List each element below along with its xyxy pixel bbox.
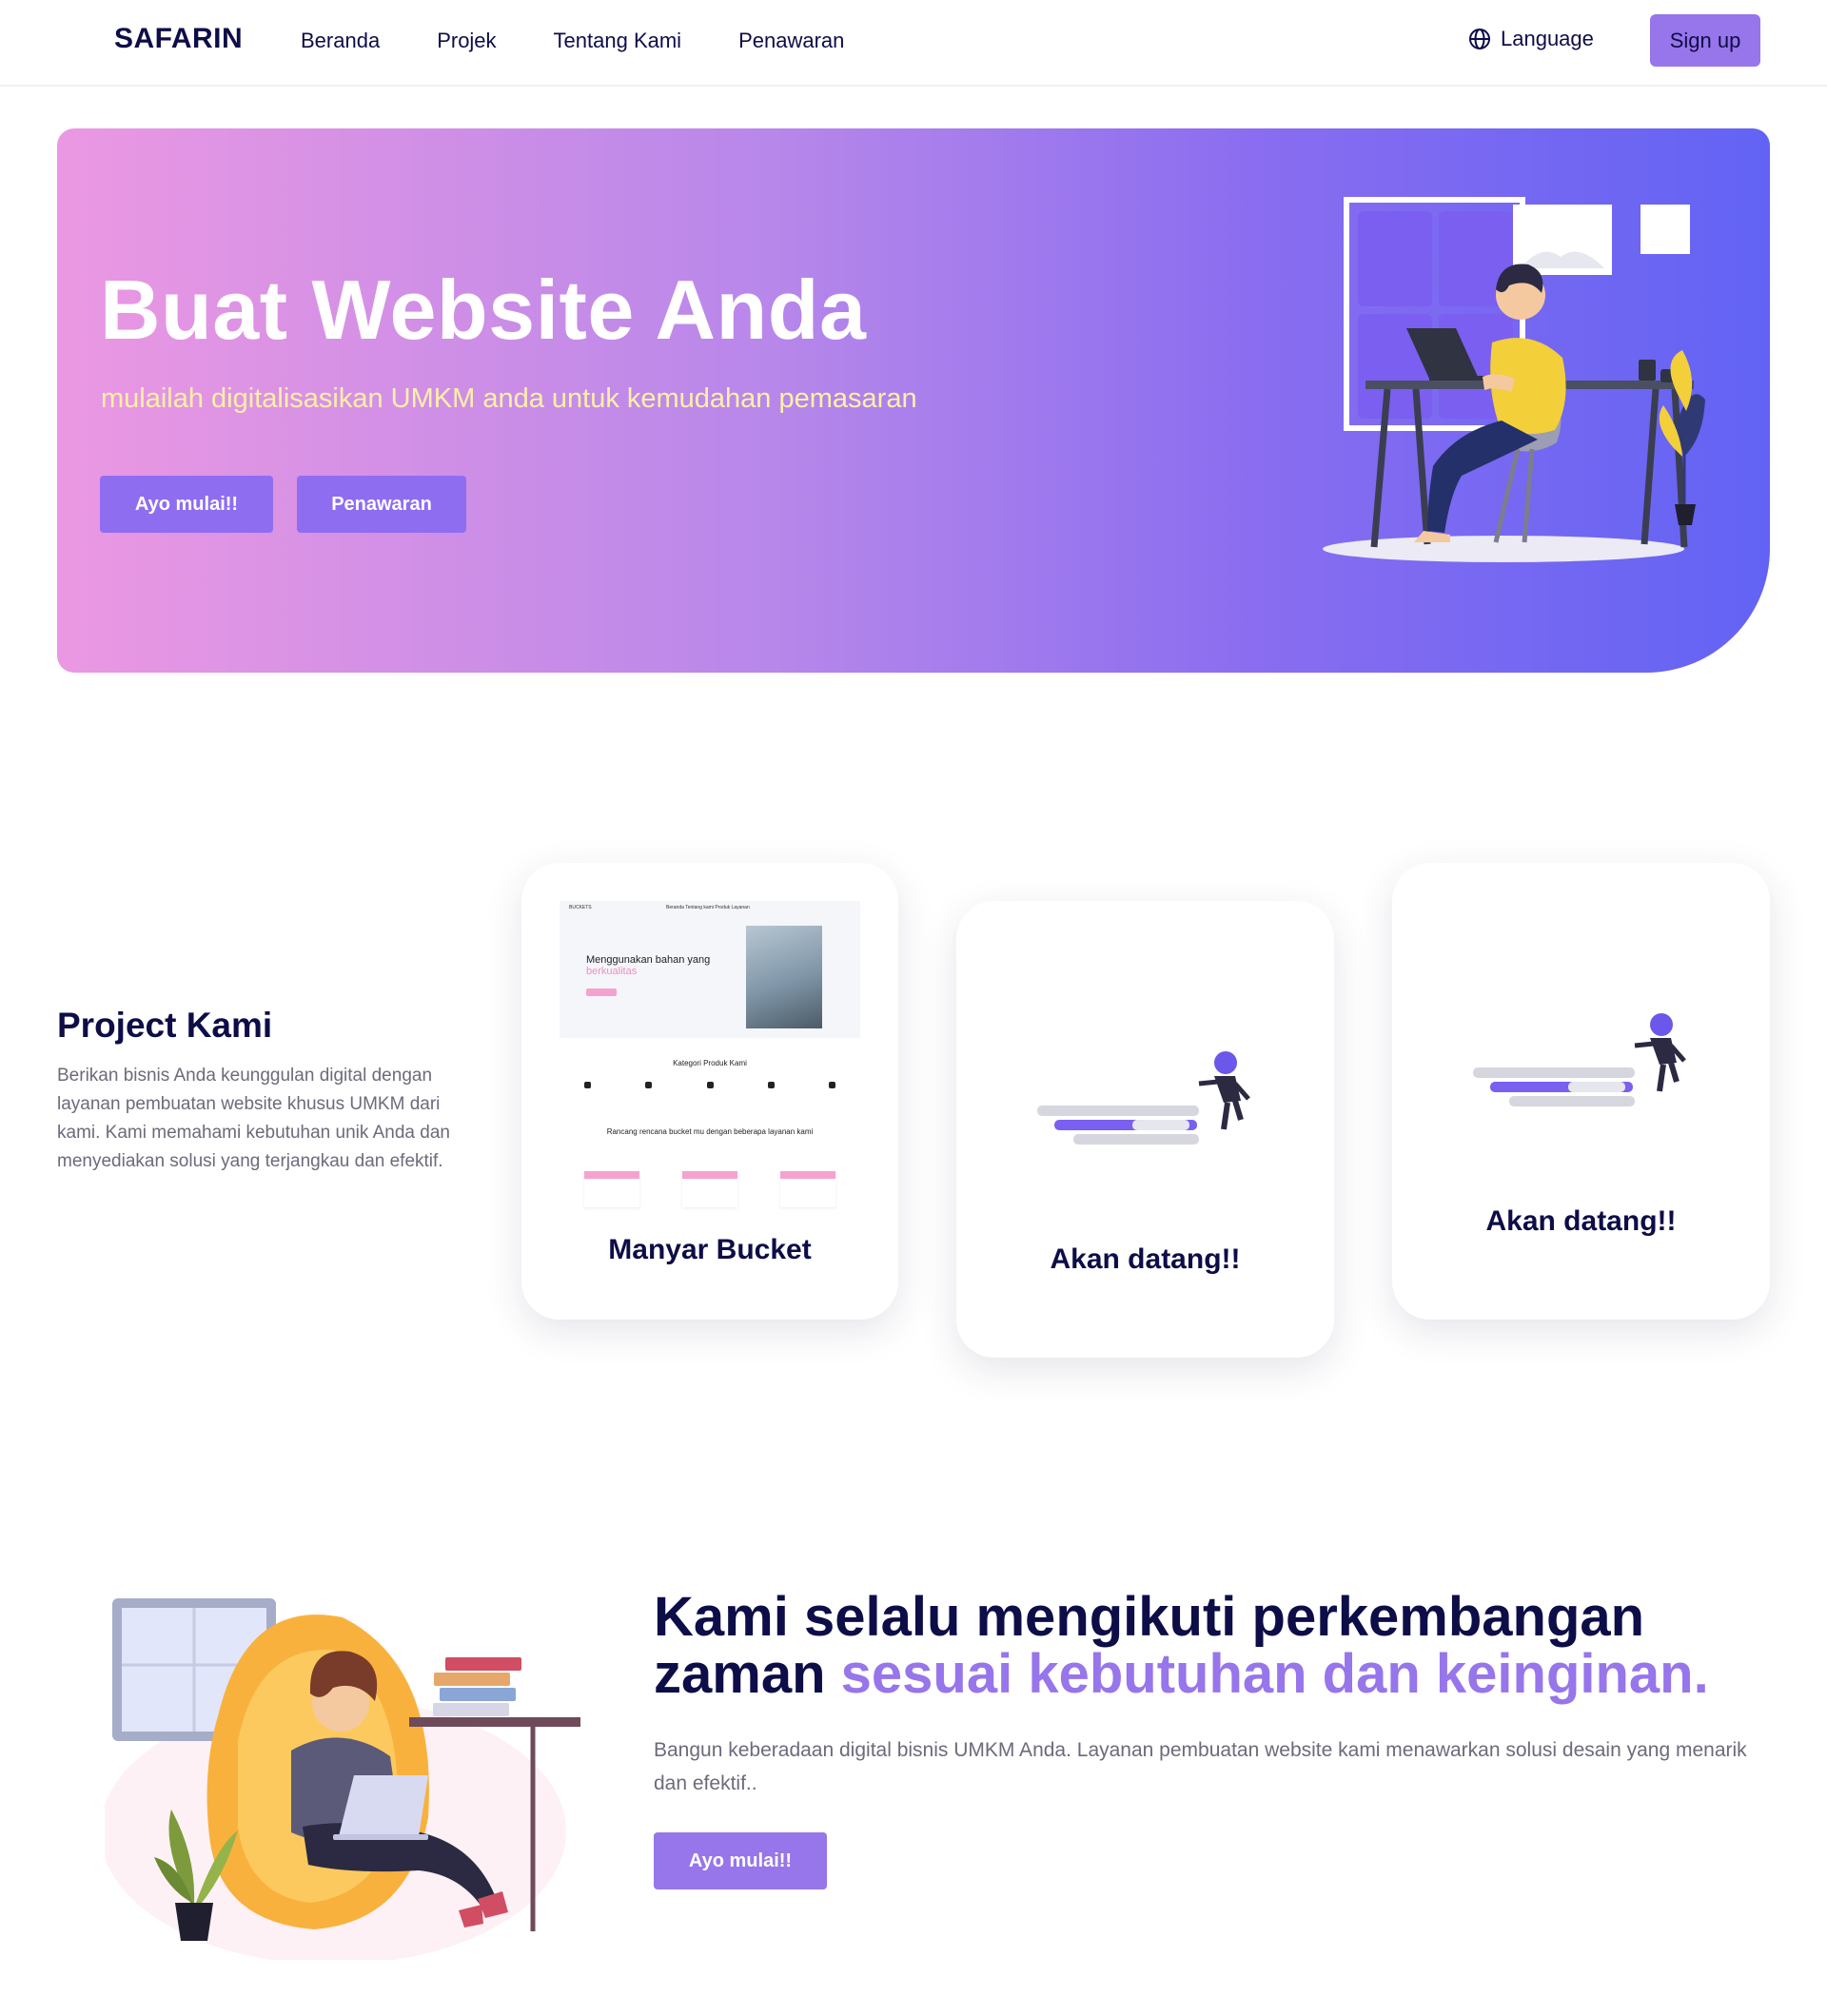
- nav-link-beranda[interactable]: Beranda: [301, 29, 380, 53]
- preview-headline-accent: berkualitas: [586, 966, 638, 977]
- navbar: SAFARIN Beranda Projek Tentang Kami Pena…: [0, 0, 1827, 87]
- project-card-coming-soon-2[interactable]: Akan datang!!: [1392, 863, 1770, 1320]
- stairs-illustration: [1037, 1051, 1250, 1145]
- about-description: Bangun keberadaan digital bisnis UMKM An…: [654, 1739, 1747, 1794]
- preview-headline: Menggunakan bahan yang: [586, 954, 711, 966]
- project-card-label: Manyar Bucket: [608, 1234, 812, 1265]
- hero-banner: Buat Website Anda mulailah digitalisasik…: [57, 128, 1770, 673]
- preview-category-icons: [584, 1082, 835, 1088]
- person-at-desk-illustration: [1323, 197, 1705, 562]
- preview-button: [586, 988, 617, 996]
- about-title-highlight: sesuai kebutuhan dan keinginan.: [840, 1643, 1709, 1705]
- projects-title: Project Kami: [57, 1006, 273, 1045]
- brand-logo[interactable]: SAFARIN: [114, 23, 243, 55]
- project-card-label: Akan datang!!: [1050, 1243, 1241, 1275]
- person-in-beanbag-illustration: [105, 1598, 580, 1960]
- signup-button[interactable]: Sign up: [1650, 14, 1760, 67]
- project-card-label: Akan datang!!: [1485, 1205, 1677, 1237]
- stairs-illustration: [1473, 1013, 1686, 1106]
- preview-service-cards: [584, 1171, 835, 1207]
- about-title: Kami selalu mengikuti perkembangan zaman…: [654, 1589, 1827, 1703]
- hero-subtitle: mulailah digitalisasikan UMKM anda untuk…: [101, 383, 917, 414]
- nav-link-tentang-kami[interactable]: Tentang Kami: [554, 29, 682, 53]
- nav-link-projek[interactable]: Projek: [437, 29, 496, 53]
- preview-category-title: Kategori Produk Kami: [673, 1059, 747, 1067]
- preview-plan-title: Rancang rencana bucket mu dengan beberap…: [606, 1127, 814, 1136]
- start-button[interactable]: Ayo mulai!!: [100, 476, 273, 533]
- offer-button[interactable]: Penawaran: [297, 476, 466, 533]
- project-card-coming-soon-1[interactable]: Akan datang!!: [956, 901, 1334, 1358]
- about-start-button[interactable]: Ayo mulai!!: [654, 1832, 827, 1889]
- projects-description: Berikan bisnis Anda keunggulan digital d…: [57, 1066, 450, 1171]
- project-card-manyar-bucket[interactable]: BUCKETS Beranda Tentang kami Produk Laya…: [521, 863, 898, 1320]
- project-preview-screenshot: BUCKETS Beranda Tentang kami Produk Laya…: [560, 901, 860, 1215]
- preview-nav: Beranda Tentang kami Produk Layanan: [666, 905, 750, 910]
- preview-brand: BUCKETS: [569, 905, 592, 910]
- language-selector[interactable]: Language: [1468, 27, 1594, 51]
- hero-title: Buat Website Anda: [100, 263, 867, 357]
- language-label: Language: [1501, 27, 1594, 50]
- preview-bouquet-image: [746, 926, 822, 1028]
- nav-link-penawaran[interactable]: Penawaran: [738, 29, 844, 53]
- globe-icon: [1469, 29, 1490, 49]
- preview-hero: BUCKETS Beranda Tentang kami Produk Laya…: [560, 901, 860, 1038]
- nav-links: Beranda Projek Tentang Kami Penawaran: [301, 29, 901, 53]
